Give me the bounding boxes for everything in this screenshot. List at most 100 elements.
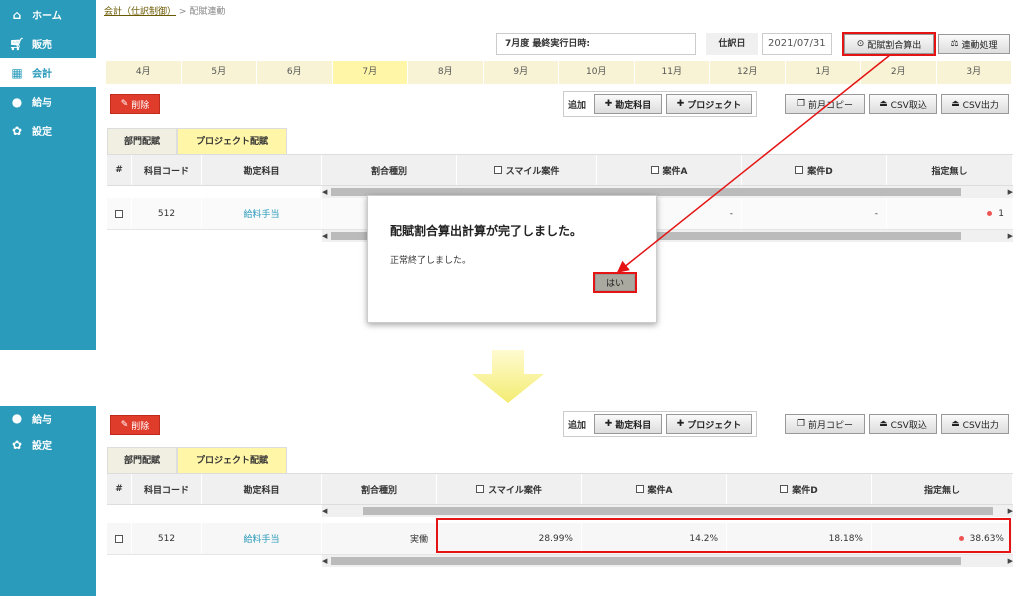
link-process-button[interactable]: ⚖ 連動処理 <box>938 34 1010 54</box>
add-group: 追加 ✚ 勘定科目 ✚ プロジェクト <box>563 411 758 437</box>
col-label: 案件D <box>792 485 818 496</box>
plus-icon: ✚ <box>676 419 685 429</box>
cell-account: 給料手当 <box>202 198 322 229</box>
scroll-thumb[interactable] <box>331 557 962 565</box>
breadcrumb-parent-link[interactable]: 会計（仕訳制御） <box>104 7 176 17</box>
col-account: 勘定科目 <box>202 155 322 185</box>
month-tab-current[interactable]: 7月 <box>332 61 408 84</box>
annotation-arrow <box>616 54 891 273</box>
col-smile-project: スマイル案件 <box>437 474 582 504</box>
sidebar-item-settings[interactable]: ✿ 設定 <box>0 116 96 145</box>
last-run-label: 7月度 最終実行日時: <box>505 39 590 49</box>
col-hash: # <box>107 155 132 185</box>
scroll-left-icon[interactable]: ◀ <box>322 557 327 565</box>
sidebar-item-home[interactable]: ⌂ ホーム <box>0 0 96 29</box>
csv-export-button[interactable]: ⏏ CSV出力 <box>941 94 1009 114</box>
sidebar: ⌂ ホーム 🛒︎ 販売 ▦ 会計 ● 給与 ✿ 設定 <box>0 0 96 350</box>
gear-icon: ✿ <box>11 123 23 138</box>
add-label: 追加 <box>568 420 587 431</box>
checkbox[interactable] <box>780 485 789 493</box>
scroll-left-icon[interactable]: ◀ <box>322 507 327 515</box>
account-link[interactable]: 給料手当 <box>243 207 279 220</box>
col-code: 科目コード <box>132 155 202 185</box>
checkbox[interactable] <box>476 485 485 493</box>
checkbox[interactable] <box>493 166 502 174</box>
cell-code: 512 <box>132 198 202 229</box>
delete-button-label: 削除 <box>131 421 150 432</box>
checkbox[interactable] <box>635 485 644 493</box>
scroll-left-icon[interactable]: ◀ <box>322 188 327 196</box>
month-tab[interactable]: 8月 <box>408 61 484 84</box>
scroll-right-icon[interactable]: ▶ <box>1008 232 1013 240</box>
account-link[interactable]: 給料手当 <box>243 532 279 545</box>
month-tab[interactable]: 4月 <box>106 61 182 84</box>
sidebar-item-payroll[interactable]: ● 給与 <box>0 406 96 430</box>
dialog-title: 配賦割合算出計算が完了しました。 <box>390 224 583 238</box>
sidebar-item-settings[interactable]: ✿ 設定 <box>0 430 96 459</box>
col-ratio-type: 割合種別 <box>322 155 457 185</box>
scroll-thumb[interactable] <box>363 507 994 515</box>
scroll-left-icon[interactable]: ◀ <box>322 232 327 240</box>
sidebar-item-label: 設定 <box>32 441 52 452</box>
home-icon: ⌂ <box>12 7 22 22</box>
row-checkbox[interactable] <box>115 209 123 218</box>
scroll-right-icon[interactable]: ▶ <box>1008 188 1013 196</box>
add-project-button[interactable]: ✚ プロジェクト <box>666 414 753 434</box>
sidebar-item-sales[interactable]: 🛒︎ 販売 <box>0 29 96 58</box>
cell-account: 給料手当 <box>202 523 322 554</box>
table-header: # 科目コード 勘定科目 割合種別 スマイル案件 案件A 案件D 指定無し <box>107 473 1013 505</box>
gear-icon: ✿ <box>11 437 23 452</box>
col-label: スマイル案件 <box>488 485 542 496</box>
add-label: 追加 <box>568 100 587 111</box>
scroll-right-icon[interactable]: ▶ <box>1008 557 1013 565</box>
col-code: 科目コード <box>132 474 202 504</box>
month-tab[interactable]: 9月 <box>484 61 559 84</box>
horizontal-scrollbar[interactable]: ◀ ▶ <box>322 555 1013 567</box>
row-checkbox-cell <box>107 198 132 229</box>
csv-export-label: CSV出力 <box>962 100 999 111</box>
add-account-label: 勘定科目 <box>615 420 652 431</box>
csv-export-button[interactable]: ⏏ CSV出力 <box>941 414 1009 434</box>
sidebar-item-label: 給与 <box>32 414 52 426</box>
delete-button[interactable]: ✎ 削除 <box>110 415 160 435</box>
tab-dept-allocation[interactable]: 部門配賦 <box>107 447 177 473</box>
download-icon: ⏏ <box>951 419 960 429</box>
month-tab[interactable]: 5月 <box>182 61 257 84</box>
tab-project-allocation[interactable]: プロジェクト配賦 <box>177 128 287 154</box>
tab-dept-allocation[interactable]: 部門配賦 <box>107 128 177 154</box>
cell-value: 1 <box>998 208 1004 219</box>
cell-type: 実働 <box>322 523 437 554</box>
scroll-right-icon[interactable]: ▶ <box>1008 507 1013 515</box>
download-icon: ⏏ <box>951 99 960 109</box>
row-checkbox[interactable] <box>115 534 123 543</box>
copy-icon: ❐ <box>796 419 806 429</box>
breadcrumb-separator: > <box>178 7 187 17</box>
col-hash: # <box>107 474 132 504</box>
col-label: 案件A <box>647 485 673 496</box>
upload-icon: ⏏ <box>879 419 888 429</box>
add-account-button[interactable]: ✚ 勘定科目 <box>594 414 663 434</box>
col-unspecified: 指定無し <box>872 474 1013 504</box>
horizontal-scrollbar[interactable]: ◀ ▶ <box>322 505 1013 517</box>
copy-prev-label: 前月コピー <box>808 420 854 431</box>
sidebar-item-accounting[interactable]: ▦ 会計 <box>0 58 96 87</box>
month-tab[interactable]: 3月 <box>937 61 1012 84</box>
col-smile-project: スマイル案件 <box>457 155 597 185</box>
calculator-icon: ▦ <box>11 65 23 80</box>
copy-prev-month-button[interactable]: ❐ 前月コピー <box>785 414 865 434</box>
col-project-d: 案件D <box>727 474 872 504</box>
delete-button-label: 削除 <box>131 100 150 111</box>
month-tab[interactable]: 6月 <box>257 61 333 84</box>
csv-import-button[interactable]: ⏏ CSV取込 <box>869 414 937 434</box>
edit-icon: ✎ <box>120 420 129 430</box>
scale-icon: ⚖ <box>950 39 959 49</box>
col-project-a: 案件A <box>582 474 727 504</box>
csv-import-label: CSV取込 <box>890 420 927 431</box>
delete-button[interactable]: ✎ 削除 <box>110 94 160 114</box>
status-dot <box>987 211 993 216</box>
col-label: スマイル案件 <box>505 166 560 177</box>
sidebar-item-label: ホーム <box>32 11 62 22</box>
tab-project-allocation[interactable]: プロジェクト配賦 <box>177 447 287 473</box>
sidebar-item-payroll[interactable]: ● 給与 <box>0 87 96 116</box>
sidebar-item-label: 会計 <box>32 69 52 80</box>
